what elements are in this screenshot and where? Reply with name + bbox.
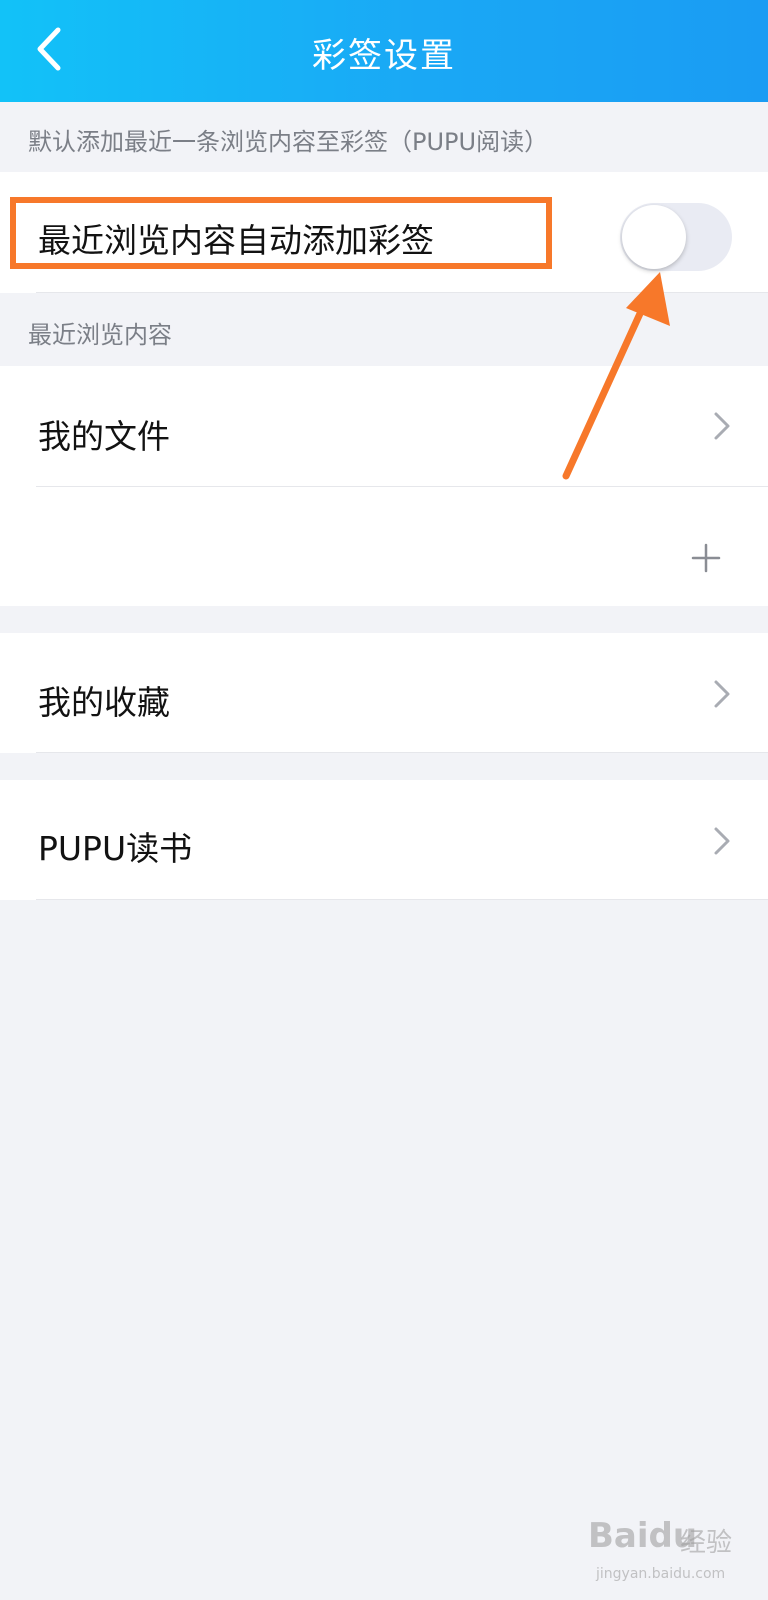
auto-add-caption: 默认添加最近一条浏览内容至彩签（PUPU阅读） bbox=[28, 128, 549, 156]
watermark: Baidu 经验 jingyan.baidu.com bbox=[588, 1510, 748, 1590]
add-row[interactable] bbox=[0, 487, 768, 606]
app-header: 彩签设置 bbox=[0, 0, 768, 102]
page-title: 彩签设置 bbox=[312, 36, 456, 76]
divider bbox=[36, 899, 768, 900]
list-item-label: 我的文件 bbox=[38, 417, 170, 456]
list-item-label: 我的收藏 bbox=[38, 683, 170, 722]
watermark-url: jingyan.baidu.com bbox=[596, 1566, 726, 1582]
toggle-knob bbox=[622, 205, 686, 269]
annotation-arrow-icon bbox=[562, 272, 670, 480]
list-item-label: PUPU读书 bbox=[38, 829, 193, 868]
list-item-favorites[interactable]: 我的收藏 bbox=[0, 633, 768, 753]
divider bbox=[36, 752, 768, 753]
chevron-right-icon bbox=[714, 412, 730, 440]
chevron-right-icon bbox=[714, 680, 730, 708]
auto-add-toggle[interactable] bbox=[620, 203, 732, 271]
favorites-card: 我的收藏 bbox=[0, 633, 768, 753]
plus-icon[interactable] bbox=[690, 542, 722, 574]
watermark-text: 经验 bbox=[680, 1528, 733, 1558]
pupu-card: PUPU读书 bbox=[0, 780, 768, 900]
recent-caption: 最近浏览内容 bbox=[28, 321, 172, 349]
annotation-highlight-box bbox=[10, 197, 552, 269]
chevron-right-icon bbox=[714, 827, 730, 855]
list-item-pupu[interactable]: PUPU读书 bbox=[0, 780, 768, 900]
